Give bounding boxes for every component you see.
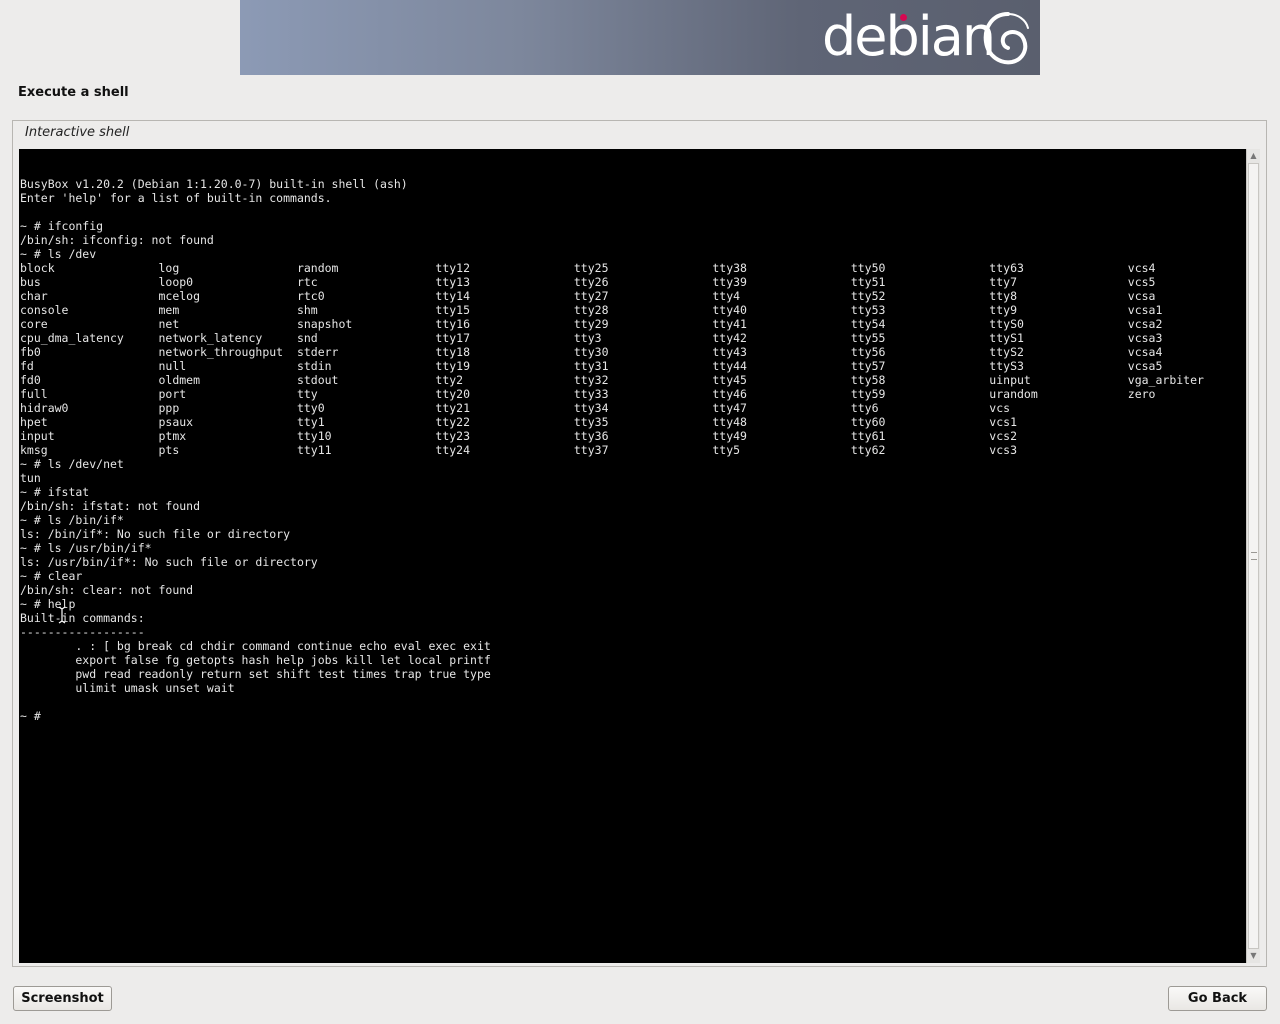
text-cursor-icon: [58, 606, 66, 624]
frame-title: Interactive shell: [25, 125, 130, 140]
terminal[interactable]: BusyBox v1.20.2 (Debian 1:1.20.0-7) buil…: [19, 149, 1246, 963]
page-title: Execute a shell: [18, 85, 129, 100]
terminal-line: Built-in commands:: [20, 611, 145, 625]
terminal-line: fd0 oldmem stdout tty2 tty32 tty45 tty58…: [20, 373, 1204, 387]
terminal-line: ~ # ls /dev/net: [20, 457, 124, 471]
terminal-line: /bin/sh: ifconfig: not found: [20, 233, 214, 247]
terminal-line: console mem shm tty15 tty28 tty40 tty53 …: [20, 303, 1163, 317]
terminal-line: char mcelog rtc0 tty14 tty27 tty4 tty52 …: [20, 289, 1156, 303]
terminal-output: BusyBox v1.20.2 (Debian 1:1.20.0-7) buil…: [20, 177, 1204, 723]
debian-logo-dot: [900, 14, 907, 21]
terminal-line: hpet psaux tty1 tty22 tty35 tty48 tty60 …: [20, 415, 1017, 429]
terminal-line: pwd read readonly return set shift test …: [20, 667, 491, 681]
terminal-line: ls: /bin/if*: No such file or directory: [20, 527, 291, 541]
scroll-grip-icon: [1251, 552, 1257, 560]
terminal-line: Enter 'help' for a list of built-in comm…: [20, 191, 332, 205]
terminal-line: ~ # help: [20, 597, 76, 611]
terminal-line: export false fg getopts hash help jobs k…: [20, 653, 491, 667]
terminal-line: ~ # ifconfig: [20, 219, 104, 233]
terminal-line: bus loop0 rtc tty13 tty26 tty39 tty51 tt…: [20, 275, 1156, 289]
terminal-line: kmsg pts tty11 tty24 tty37 tty5 tty62 vc…: [20, 443, 1017, 457]
terminal-line: block log random tty12 tty25 tty38 tty50…: [20, 261, 1156, 275]
terminal-line: input ptmx tty10 tty23 tty36 tty49 tty61…: [20, 429, 1017, 443]
go-back-button[interactable]: Go Back: [1168, 986, 1267, 1011]
scroll-up-arrow-icon[interactable]: ▲: [1247, 149, 1260, 163]
terminal-line: ~ # ifstat: [20, 485, 90, 499]
terminal-line: ~ # ls /dev: [20, 247, 97, 261]
terminal-line: core net snapshot tty16 tty29 tty41 tty5…: [20, 317, 1163, 331]
terminal-line: ls: /usr/bin/if*: No such file or direct…: [20, 555, 318, 569]
terminal-line: fd null stdin tty19 tty31 tty44 tty57 tt…: [20, 359, 1163, 373]
terminal-line: ~ # ls /bin/if*: [20, 513, 124, 527]
terminal-line: BusyBox v1.20.2 (Debian 1:1.20.0-7) buil…: [20, 177, 408, 191]
terminal-line: /bin/sh: ifstat: not found: [20, 499, 201, 513]
terminal-line: ~ #: [20, 709, 41, 723]
terminal-line: ------------------: [20, 625, 145, 639]
debian-logo-text: debian: [822, 5, 996, 68]
debian-swirl-icon: [983, 12, 1029, 65]
terminal-line: cpu_dma_latency network_latency snd tty1…: [20, 331, 1163, 345]
terminal-line: . : [ bg break cd chdir command continue…: [20, 639, 491, 653]
terminal-line: full port tty tty20 tty33 tty46 tty59 ur…: [20, 387, 1156, 401]
scroll-down-arrow-icon[interactable]: ▼: [1247, 949, 1260, 963]
terminal-line: ~ # ls /usr/bin/if*: [20, 541, 152, 555]
terminal-line: /bin/sh: clear: not found: [20, 583, 194, 597]
scroll-thumb[interactable]: [1248, 163, 1259, 949]
screenshot-button[interactable]: Screenshot: [13, 986, 112, 1011]
terminal-line: tun: [20, 471, 41, 485]
terminal-line: ulimit umask unset wait: [20, 681, 235, 695]
terminal-line: fb0 network_throughput stderr tty18 tty3…: [20, 345, 1163, 359]
terminal-line: ~ # clear: [20, 569, 83, 583]
debian-banner: debian: [240, 0, 1040, 75]
terminal-line: hidraw0 ppp tty0 tty21 tty34 tty47 tty6 …: [20, 401, 1011, 415]
terminal-scrollbar[interactable]: ▲ ▼: [1246, 149, 1260, 963]
